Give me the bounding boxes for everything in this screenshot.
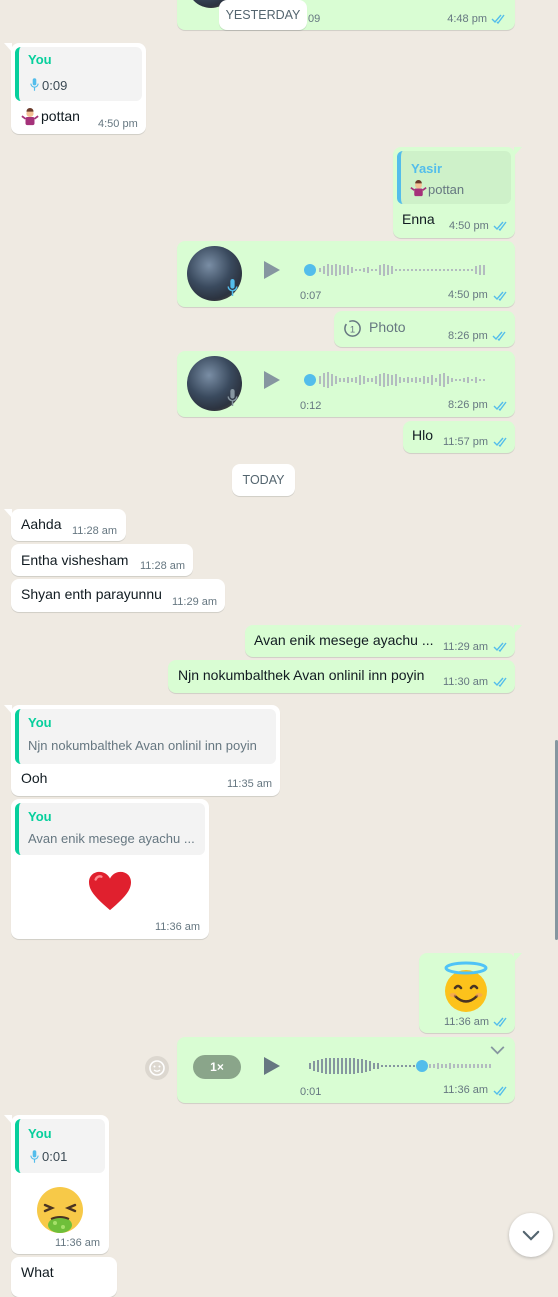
message-time: 11:36 am — [155, 921, 201, 933]
message-bubble-reply[interactable]: You Avan enik mesege ayachu ... 11:36 am — [11, 799, 209, 939]
message-time: 11:29 am — [443, 641, 489, 653]
voice-duration: 0:01 — [300, 1086, 322, 1098]
person-shrugging-emoji-icon — [21, 108, 39, 126]
message-bubble[interactable]: Avan enik mesege ayachu ... 11:29 am — [245, 625, 522, 657]
message-text: Enna — [402, 211, 435, 227]
person-shrugging-emoji-icon — [410, 180, 427, 197]
message-time: 11:30 am — [443, 676, 489, 688]
quote-text: Avan enik mesege ayachu ... — [28, 831, 195, 846]
message-time: 11:36 am — [55, 1237, 101, 1249]
quote-author: You — [28, 809, 52, 824]
message-bubble[interactable]: Shyan enth parayunnu 11:29 am — [11, 579, 225, 612]
voice-message-bubble[interactable]: 0:12 8:26 pm — [177, 351, 515, 417]
read-ticks-icon — [493, 291, 507, 301]
voice-waveform[interactable] — [302, 262, 494, 278]
message-text: What — [21, 1264, 54, 1280]
message-text: pottan — [41, 108, 80, 124]
view-once-photo-bubble[interactable]: 1 Photo 8:26 pm — [334, 311, 515, 347]
voice-duration: 09 — [308, 13, 321, 25]
message-bubble[interactable]: Njn nokumbalthek Avan onlinil inn poyin … — [168, 660, 515, 693]
message-bubble-reply[interactable]: You Njn nokumbalthek Avan onlinil inn po… — [4, 705, 280, 796]
message-time: 11:57 pm — [443, 436, 489, 448]
message-time: 11:28 am — [140, 560, 186, 572]
svg-text:1: 1 — [350, 324, 355, 335]
message-text: Aahda — [21, 516, 62, 532]
quote-text: Njn nokumbalthek Avan onlinil inn poyin — [28, 738, 257, 753]
message-time: 4:50 pm — [98, 118, 138, 130]
message-text: Avan enik mesege ayachu ... — [254, 632, 434, 648]
react-emoji-icon[interactable] — [144, 1055, 170, 1081]
quote-author: You — [28, 52, 52, 67]
message-text: Shyan enth parayunnu — [21, 586, 162, 602]
read-ticks-icon — [493, 677, 507, 687]
chevron-down-icon[interactable] — [490, 1046, 505, 1055]
quote-author: You — [28, 1126, 52, 1141]
read-ticks-icon — [493, 1086, 507, 1096]
voice-waveform[interactable] — [307, 1057, 497, 1075]
message-text: Hlo — [412, 427, 434, 443]
quoted-message[interactable]: You 0:01 — [15, 1119, 105, 1173]
message-time: 4:50 pm — [449, 220, 489, 232]
message-text: Entha vishesham — [21, 552, 129, 568]
quote-author: Yasir — [411, 161, 443, 176]
smiling-face-with-halo-emoji-icon — [444, 961, 488, 1012]
read-ticks-icon — [492, 331, 506, 341]
chevron-down-icon — [522, 1230, 540, 1241]
read-ticks-icon — [493, 1017, 507, 1027]
voice-duration: 0:12 — [300, 400, 322, 412]
quote-author: You — [28, 715, 52, 730]
mic-icon — [227, 279, 238, 296]
message-time: 11:35 am — [227, 778, 273, 790]
scroll-to-bottom-button[interactable] — [509, 1213, 553, 1257]
message-time: 11:36 am — [444, 1016, 490, 1028]
quote-text: pottan — [428, 182, 465, 197]
message-bubble[interactable]: Hlo 11:57 pm — [403, 421, 515, 453]
mic-icon — [30, 1150, 39, 1163]
message-text: Njn nokumbalthek Avan onlinil inn poyin — [178, 667, 425, 683]
read-ticks-icon — [493, 401, 507, 411]
read-ticks-icon — [493, 221, 507, 231]
quoted-message[interactable]: Yasir pottan — [397, 151, 511, 204]
play-icon[interactable] — [261, 370, 281, 390]
photo-label: Photo — [369, 319, 406, 335]
voice-message-bubble[interactable]: 1× 0:01 11:36 am — [177, 1037, 515, 1103]
message-bubble-reply[interactable]: Yasir pottan Enna 4:50 pm — [393, 147, 522, 238]
read-ticks-icon — [493, 437, 507, 447]
message-time: 8:26 pm — [448, 330, 488, 342]
play-icon[interactable] — [261, 260, 281, 280]
playback-speed-button[interactable]: 1× — [193, 1055, 241, 1079]
message-bubble[interactable]: Entha vishesham 11:28 am — [11, 544, 193, 576]
play-icon[interactable] — [261, 1056, 281, 1076]
date-divider-yesterday: YESTERDAY — [219, 0, 307, 30]
mic-icon — [227, 389, 238, 406]
message-time: 11:29 am — [172, 596, 218, 608]
quoted-message[interactable]: You 0:09 — [15, 47, 142, 101]
view-once-icon: 1 — [344, 320, 361, 337]
read-ticks-icon — [493, 642, 507, 652]
message-bubble-reply[interactable]: You 0:01 11:36 am — [4, 1115, 109, 1254]
voice-duration: 0:07 — [300, 290, 322, 302]
quoted-message[interactable]: You Njn nokumbalthek Avan onlinil inn po… — [15, 709, 276, 764]
voice-waveform[interactable] — [302, 371, 494, 389]
mic-icon — [30, 78, 39, 91]
message-time: 11:28 am — [72, 525, 118, 537]
message-bubble-partial[interactable]: What — [11, 1257, 117, 1297]
message-bubble-reply[interactable]: You 0:09 pottan 4:50 pm — [4, 43, 146, 134]
message-bubble[interactable]: Aahda 11:28 am — [4, 509, 126, 541]
message-text: Ooh — [21, 770, 48, 786]
message-time: 4:50 pm — [448, 289, 488, 301]
quote-duration: 0:09 — [42, 78, 68, 93]
message-time: 4:48 pm — [447, 13, 487, 25]
nauseated-face-emoji-icon — [37, 1187, 83, 1233]
emoji-message-bubble[interactable]: 11:36 am — [419, 953, 522, 1033]
message-time: 11:36 am — [443, 1084, 489, 1096]
read-ticks-icon — [491, 14, 505, 24]
voice-message-bubble[interactable]: 0:07 4:50 pm — [177, 241, 515, 307]
date-divider-today: TODAY — [232, 464, 295, 496]
quoted-message[interactable]: You Avan enik mesege ayachu ... — [15, 803, 205, 855]
quote-duration: 0:01 — [42, 1149, 68, 1164]
message-time: 8:26 pm — [448, 399, 488, 411]
red-heart-emoji-icon — [89, 871, 131, 911]
